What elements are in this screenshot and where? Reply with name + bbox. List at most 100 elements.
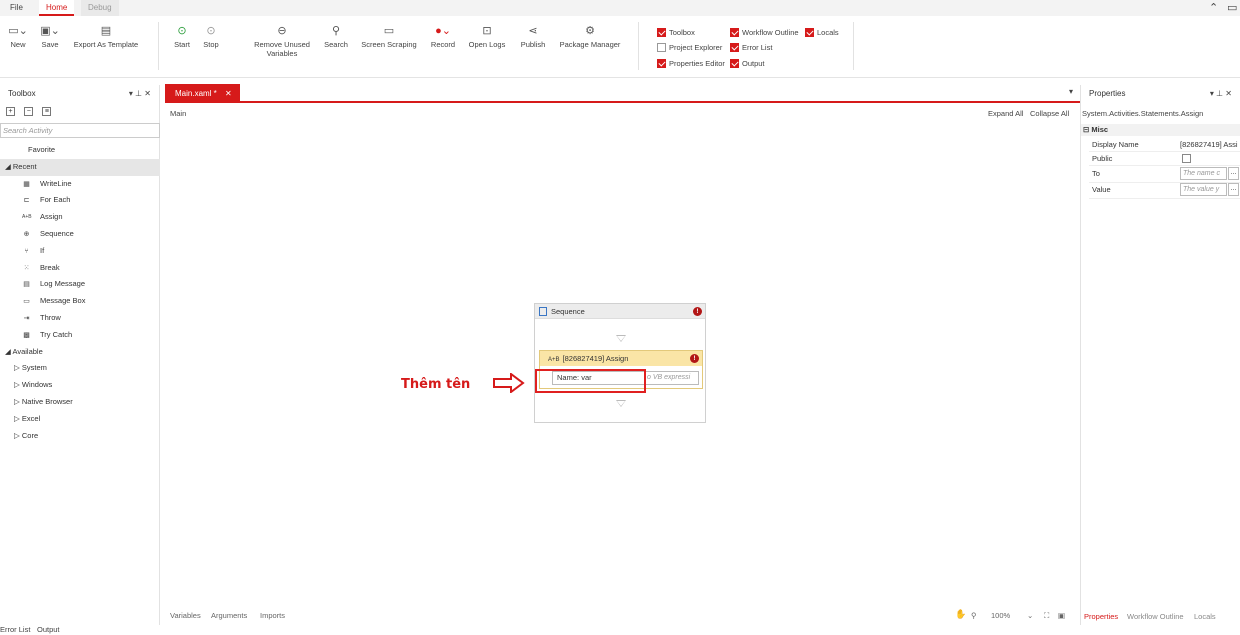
document-tabbar: Main.xaml * ✕ ▾ — [165, 84, 1080, 103]
tab-locals[interactable]: Locals — [1194, 612, 1216, 621]
properties-title: Properties — [1089, 89, 1126, 98]
sequence-icon: ⊕ — [23, 230, 30, 238]
publish-button[interactable]: ⋖ Publish — [518, 22, 548, 49]
overview-icon[interactable]: ▣ — [1058, 611, 1065, 620]
tab-main-xaml[interactable]: Main.xaml * ✕ — [165, 84, 240, 103]
activity-type-path: System.Activities.Statements.Assign — [1082, 109, 1204, 118]
tree-item-break[interactable]: ⁙ Break — [0, 260, 160, 277]
menu-debug[interactable]: Debug — [81, 0, 119, 16]
zoom-level[interactable]: 100% — [991, 611, 1010, 620]
error-list-tab[interactable]: Error List — [0, 625, 30, 634]
window-layout-icon[interactable]: ▭ — [1227, 1, 1237, 14]
start-button[interactable]: ⊙ Start — [172, 22, 192, 49]
tree-item-throw[interactable]: ⇥ Throw — [0, 310, 160, 327]
log-icon: ▤ — [23, 281, 30, 289]
arguments-tab[interactable]: Arguments — [211, 611, 247, 620]
tree-item-system[interactable]: ▷ System — [0, 360, 160, 377]
new-button[interactable]: ▭⌄ New — [8, 22, 28, 49]
remove-icon: ⊖ — [277, 25, 287, 37]
value-browse-button[interactable]: ... — [1228, 183, 1239, 196]
new-file-icon: ▭⌄ — [8, 25, 28, 37]
fit-screen-icon[interactable]: ⛶ — [1044, 611, 1049, 621]
stop-button[interactable]: ⊙ Stop — [201, 22, 221, 49]
output-checkbox[interactable]: Output — [730, 58, 765, 69]
search-icon: ⚲ — [331, 25, 341, 37]
error-icon: ! — [693, 307, 702, 316]
workflow-outline-checkbox[interactable]: Workflow Outline — [730, 27, 799, 38]
public-checkbox[interactable] — [1182, 154, 1191, 163]
annotation-label: Thêm tên — [401, 377, 471, 392]
tree-item-windows[interactable]: ▷ Windows — [0, 377, 160, 394]
search-activity-input[interactable]: Search Activity — [0, 123, 160, 138]
ribbon-separator — [158, 22, 159, 70]
tree-item-sequence[interactable]: ⊕ Sequence — [0, 226, 160, 243]
tree-item-if[interactable]: ⑂ If — [0, 243, 160, 260]
tree-item-try-catch[interactable]: ▩ Try Catch — [0, 327, 160, 344]
tab-workflow-outline[interactable]: Workflow Outline — [1127, 612, 1184, 621]
screen-scraping-button[interactable]: ▭ Screen Scraping — [360, 22, 418, 49]
sequence-header: Sequence ! — [535, 304, 705, 319]
property-value: Value The value y ... — [1089, 182, 1240, 199]
properties-header: Properties ▾ ⊥ ✕ — [1081, 85, 1240, 103]
output-tab[interactable]: Output — [37, 625, 60, 634]
tree-item-excel[interactable]: ▷ Excel — [0, 411, 160, 428]
pan-icon[interactable]: ✋ — [955, 609, 966, 620]
properties-panel: Properties ▾ ⊥ ✕ System.Activities.State… — [1080, 85, 1240, 625]
message-box-icon: ▭ — [23, 298, 30, 306]
list-icon[interactable]: ≡ — [42, 107, 52, 116]
expand-all-icon[interactable]: + — [6, 107, 15, 116]
panel-controls[interactable]: ▾ ⊥ ✕ — [129, 85, 151, 103]
category-misc[interactable]: ⊟ Misc — [1081, 124, 1240, 136]
search-button[interactable]: ⚲ Search — [323, 22, 349, 49]
breadcrumb[interactable]: Main — [170, 109, 186, 118]
tree-item-available[interactable]: ◢ Available — [0, 344, 160, 361]
expand-all-link[interactable]: Expand All — [988, 109, 1023, 118]
tab-properties[interactable]: Properties — [1084, 612, 1118, 621]
menu-home[interactable]: Home — [39, 0, 75, 16]
locals-checkbox[interactable]: Locals — [805, 27, 839, 38]
open-logs-button[interactable]: ⊡ Open Logs — [467, 22, 507, 49]
save-button[interactable]: ▣⌄ Save — [39, 22, 61, 49]
value-expression-input[interactable]: o VB expressi — [644, 371, 699, 385]
tree-item-native-browser[interactable]: ▷ Native Browser — [0, 394, 160, 411]
to-input[interactable]: The name c — [1180, 167, 1227, 180]
collapse-all-icon[interactable]: − — [24, 107, 34, 116]
record-button[interactable]: ●⌄ Record — [429, 22, 457, 49]
toolbox-header: Toolbox ▾ ⊥ ✕ — [0, 85, 159, 103]
to-browse-button[interactable]: ... — [1228, 167, 1239, 180]
throw-icon: ⇥ — [23, 314, 30, 322]
chevron-down-icon[interactable]: ⌄ — [1027, 611, 1033, 620]
tree-item-log-message[interactable]: ▤ Log Message — [0, 276, 160, 293]
close-icon[interactable]: ✕ — [225, 89, 232, 98]
remove-unused-variables-button[interactable]: ⊖ Remove Unused Variables — [252, 22, 312, 58]
zoom-icon[interactable]: ⚲ — [971, 611, 977, 620]
export-template-button[interactable]: ▤ Export As Template — [72, 22, 140, 49]
value-input[interactable]: The value y — [1180, 183, 1227, 196]
menu-file[interactable]: File — [10, 0, 23, 16]
imports-tab[interactable]: Imports — [260, 611, 285, 620]
menu-bar: File Home Debug ⌃ ▭ — [0, 0, 1240, 16]
tree-item-for-each[interactable]: ⊏ For Each — [0, 192, 160, 209]
tree-item-message-box[interactable]: ▭ Message Box — [0, 293, 160, 310]
drop-arrow-icon — [616, 400, 626, 407]
tree-item-favorite[interactable]: Favorite — [0, 142, 160, 159]
properties-editor-checkbox[interactable]: Properties Editor — [657, 58, 725, 69]
project-explorer-checkbox[interactable]: Project Explorer — [657, 42, 722, 53]
assign-header: A+B [826827419] Assign ! — [540, 351, 702, 366]
display-name-value[interactable]: [826827419] Assi — [1180, 137, 1240, 152]
tree-item-assign[interactable]: A+B Assign — [0, 209, 160, 226]
break-icon: ⁙ — [23, 264, 30, 272]
tree-item-writeline[interactable]: ▦ WriteLine — [0, 176, 160, 193]
tree-item-core[interactable]: ▷ Core — [0, 428, 160, 445]
chevron-up-icon[interactable]: ⌃ — [1209, 1, 1218, 14]
collapse-all-link[interactable]: Collapse All — [1030, 109, 1069, 118]
sequence-activity[interactable]: Sequence ! A+B [826827419] Assign ! o VB … — [534, 303, 706, 423]
panel-controls[interactable]: ▾ ⊥ ✕ — [1210, 85, 1232, 103]
tab-dropdown-icon[interactable]: ▾ — [1069, 87, 1073, 96]
error-list-checkbox[interactable]: Error List — [730, 42, 772, 53]
error-icon: ! — [690, 354, 699, 363]
variables-tab[interactable]: Variables — [170, 611, 201, 620]
tree-item-recent[interactable]: ◢ Recent — [0, 158, 160, 176]
toolbox-checkbox[interactable]: Toolbox — [657, 27, 695, 38]
package-manager-button[interactable]: ⚙ Package Manager — [557, 22, 623, 49]
